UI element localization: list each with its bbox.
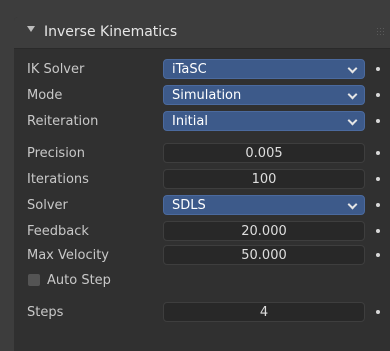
max-velocity-label: Max Velocity bbox=[27, 248, 110, 263]
precision-value: 0.005 bbox=[245, 146, 283, 161]
ik-solver-label: IK Solver bbox=[27, 62, 85, 77]
mode-label: Mode bbox=[27, 88, 63, 103]
reiteration-value: Initial bbox=[172, 114, 208, 129]
chevron-down-icon bbox=[347, 63, 358, 74]
feedback-label: Feedback bbox=[27, 224, 89, 239]
row-mode: Mode Simulation bbox=[14, 85, 390, 107]
animate-dot-icon[interactable] bbox=[376, 67, 380, 71]
solver-dropdown[interactable]: SDLS bbox=[163, 195, 365, 215]
mode-dropdown[interactable]: Simulation bbox=[163, 85, 365, 105]
solver-label: Solver bbox=[27, 198, 68, 213]
steps-value: 4 bbox=[259, 305, 269, 320]
panel-header[interactable]: Inverse Kinematics bbox=[14, 17, 390, 49]
auto-step-checkbox[interactable] bbox=[28, 274, 40, 286]
reiteration-label: Reiteration bbox=[27, 114, 99, 129]
iterations-label: Iterations bbox=[27, 172, 89, 187]
max-velocity-field[interactable]: 50.000 bbox=[163, 245, 365, 265]
panel-title: Inverse Kinematics bbox=[44, 24, 178, 40]
row-iterations: Iterations 100 bbox=[14, 169, 390, 191]
steps-field[interactable]: 4 bbox=[163, 302, 365, 322]
iterations-value: 100 bbox=[251, 172, 277, 187]
animate-dot-icon[interactable] bbox=[376, 119, 380, 123]
animate-dot-icon[interactable] bbox=[376, 93, 380, 97]
mode-value: Simulation bbox=[172, 88, 242, 103]
chevron-down-icon bbox=[347, 115, 358, 126]
row-solver: Solver SDLS bbox=[14, 195, 390, 217]
precision-field[interactable]: 0.005 bbox=[163, 143, 365, 163]
animate-dot-icon[interactable] bbox=[376, 310, 380, 314]
animate-dot-icon[interactable] bbox=[376, 253, 380, 257]
animate-dot-icon[interactable] bbox=[376, 177, 380, 181]
row-ik-solver: IK Solver iTaSC bbox=[14, 59, 390, 81]
animate-dot-icon[interactable] bbox=[376, 229, 380, 233]
row-steps: Steps 4 bbox=[14, 302, 390, 324]
feedback-value: 20.000 bbox=[241, 224, 287, 239]
row-feedback: Feedback 20.000 bbox=[14, 221, 390, 243]
iterations-field[interactable]: 100 bbox=[163, 169, 365, 189]
inverse-kinematics-panel: Inverse Kinematics IK Solver iTaSC Mode … bbox=[14, 17, 390, 351]
auto-step-label[interactable]: Auto Step bbox=[47, 273, 111, 288]
row-max-velocity: Max Velocity 50.000 bbox=[14, 245, 390, 267]
reiteration-dropdown[interactable]: Initial bbox=[163, 111, 365, 131]
steps-label: Steps bbox=[27, 305, 64, 320]
row-reiteration: Reiteration Initial bbox=[14, 111, 390, 133]
chevron-down-icon bbox=[347, 89, 358, 100]
ik-solver-dropdown[interactable]: iTaSC bbox=[163, 59, 365, 79]
max-velocity-value: 50.000 bbox=[241, 248, 287, 263]
drag-grip-icon[interactable] bbox=[376, 27, 384, 37]
animate-dot-icon[interactable] bbox=[376, 203, 380, 207]
collapse-arrow-icon[interactable] bbox=[27, 26, 35, 32]
animate-dot-icon[interactable] bbox=[376, 151, 380, 155]
ik-solver-value: iTaSC bbox=[172, 62, 207, 77]
row-precision: Precision 0.005 bbox=[14, 143, 390, 165]
feedback-field[interactable]: 20.000 bbox=[163, 221, 365, 241]
precision-label: Precision bbox=[27, 146, 86, 161]
row-auto-step[interactable]: Auto Step bbox=[14, 271, 390, 293]
solver-value: SDLS bbox=[172, 198, 206, 213]
chevron-down-icon bbox=[347, 199, 358, 210]
